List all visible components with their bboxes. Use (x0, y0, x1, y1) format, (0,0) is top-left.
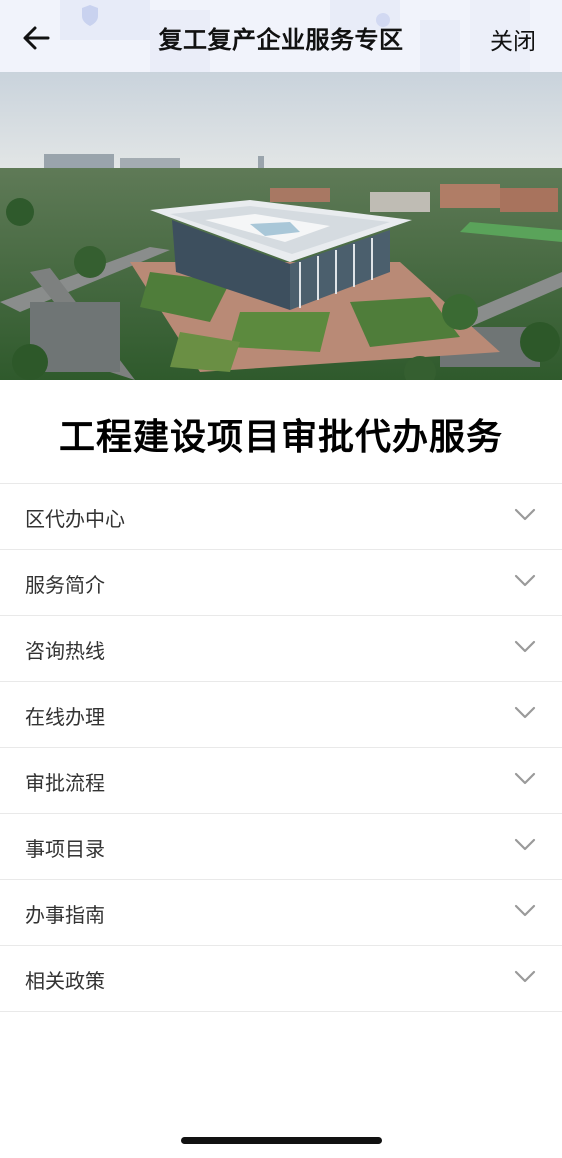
service-menu-list: 区代办中心 服务简介 咨询热线 在线办理 审批流程 事项目录 办事指南 相关政策 (0, 483, 562, 1012)
chevron-down-icon (514, 838, 536, 851)
page-title: 复工复产企业服务专区 (158, 26, 404, 54)
menu-item-label: 审批流程 (25, 771, 105, 795)
chevron-down-icon (514, 970, 536, 983)
chevron-down-icon (514, 640, 536, 653)
close-button[interactable]: 关闭 (490, 22, 536, 56)
menu-item-label: 相关政策 (25, 969, 105, 993)
menu-item-hotline[interactable]: 咨询热线 (0, 616, 562, 682)
nav-header: 复工复产企业服务专区 关闭 (0, 0, 562, 72)
chevron-down-icon (514, 772, 536, 785)
chevron-down-icon (514, 706, 536, 719)
chevron-down-icon (514, 904, 536, 917)
menu-item-label: 咨询热线 (25, 639, 105, 663)
menu-item-label: 办事指南 (25, 903, 105, 927)
chevron-down-icon (514, 508, 536, 521)
menu-item-item-catalog[interactable]: 事项目录 (0, 814, 562, 880)
menu-item-label: 事项目录 (25, 837, 105, 861)
menu-item-label: 区代办中心 (25, 507, 125, 531)
menu-item-service-intro[interactable]: 服务简介 (0, 550, 562, 616)
menu-item-label: 在线办理 (25, 705, 105, 729)
home-indicator[interactable] (181, 1137, 382, 1144)
aerial-photo-government-building (0, 72, 562, 380)
menu-item-related-policies[interactable]: 相关政策 (0, 946, 562, 1012)
banner-image (0, 72, 562, 380)
menu-item-district-agency-center[interactable]: 区代办中心 (0, 484, 562, 550)
menu-item-online-handling[interactable]: 在线办理 (0, 682, 562, 748)
menu-item-approval-process[interactable]: 审批流程 (0, 748, 562, 814)
menu-item-guide[interactable]: 办事指南 (0, 880, 562, 946)
service-title: 工程建设项目审批代办服务 (58, 417, 503, 458)
menu-item-label: 服务简介 (25, 573, 105, 597)
chevron-down-icon (514, 574, 536, 587)
